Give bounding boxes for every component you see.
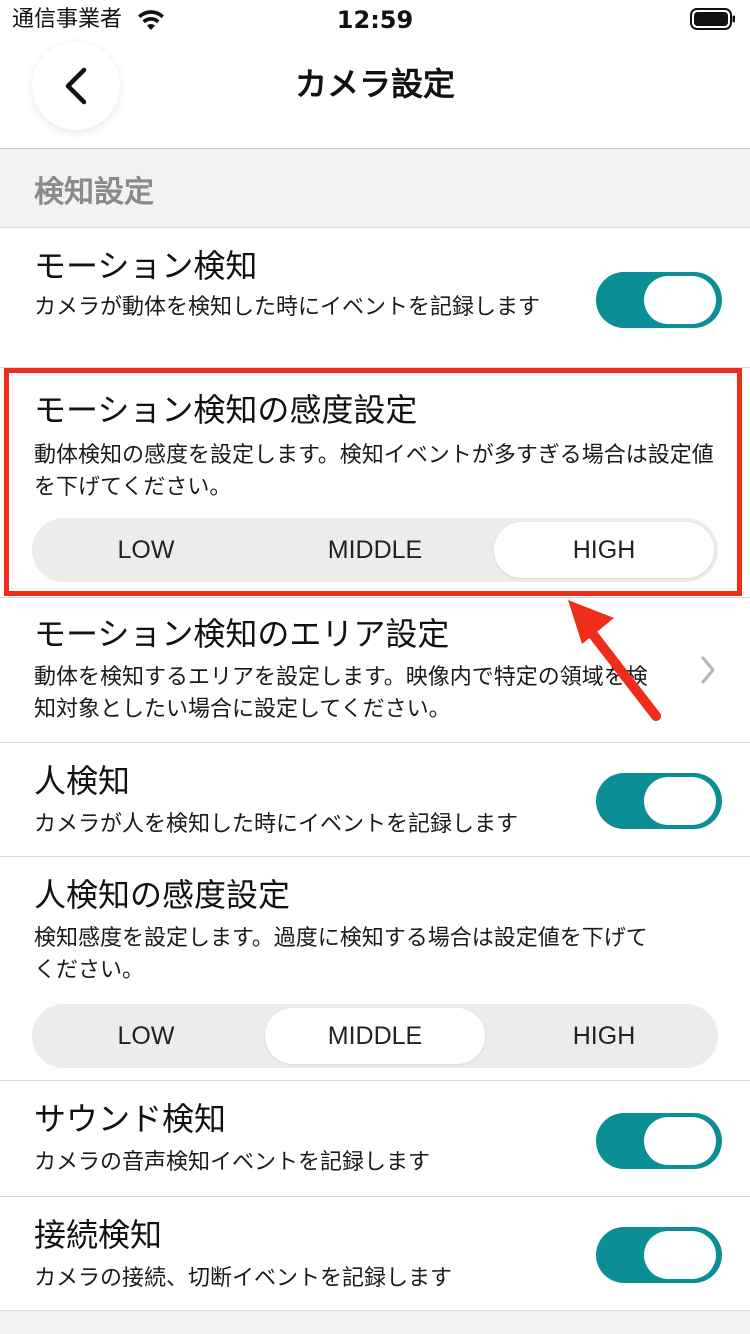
page-title: カメラ設定 bbox=[294, 65, 455, 103]
motion-detection-description: カメラが動体を検知した時にイベントを記録します bbox=[34, 295, 541, 320]
connection-detection-description: カメラの接続、切断イベントを記録します bbox=[34, 1266, 453, 1291]
person-detection-description: カメラが人を検知した時にイベントを記録します bbox=[34, 812, 519, 837]
person-sensitivity-segmented-control: LOW MIDDLE HIGH bbox=[32, 1004, 718, 1068]
motion-sensitivity-row: モーション検知の感度設定 動体検知の感度を設定します。検知イベントが多すぎる場合… bbox=[0, 368, 750, 598]
toggle-knob bbox=[644, 1117, 716, 1165]
motion-sensitivity-title: モーション検知の感度設定 bbox=[34, 391, 418, 429]
motion-sensitivity-description: 動体検知の感度を設定します。検知イベントが多すぎる場合は設定値を下げてください。 bbox=[34, 443, 714, 500]
motion-area-row[interactable]: モーション検知のエリア設定 動体を検知するエリアを設定します。映像内で特定の領域… bbox=[0, 598, 750, 743]
connection-detection-title: 接続検知 bbox=[34, 1216, 163, 1254]
toggle-knob bbox=[644, 777, 716, 825]
segment-low[interactable]: LOW bbox=[36, 1008, 256, 1064]
person-sensitivity-row: 人検知の感度設定 検知感度を設定します。過度に検知する場合は設定値を下げてくださ… bbox=[0, 857, 750, 1081]
sound-detection-toggle[interactable] bbox=[596, 1113, 722, 1169]
motion-area-description: 動体を検知するエリアを設定します。映像内で特定の領域を検知対象としたい場合に設定… bbox=[34, 665, 648, 722]
nav-bar: カメラ設定 bbox=[0, 40, 750, 149]
section-header-label: 検知設定 bbox=[34, 175, 154, 210]
person-detection-title: 人検知 bbox=[34, 762, 131, 800]
segment-middle[interactable]: MIDDLE bbox=[265, 522, 485, 578]
segment-high[interactable]: HIGH bbox=[494, 522, 714, 578]
connection-detection-row: 接続検知 カメラの接続、切断イベントを記録します bbox=[0, 1197, 750, 1311]
motion-detection-toggle[interactable] bbox=[596, 272, 722, 328]
toggle-knob bbox=[644, 1231, 716, 1279]
status-bar: 通信事業者 12:59 bbox=[0, 0, 750, 40]
sound-detection-description: カメラの音声検知イベントを記録します bbox=[34, 1150, 431, 1175]
toggle-knob bbox=[644, 276, 716, 324]
motion-detection-row: モーション検知 カメラが動体を検知した時にイベントを記録します bbox=[0, 228, 750, 368]
segment-low[interactable]: LOW bbox=[36, 522, 256, 578]
person-detection-row: 人検知 カメラが人を検知した時にイベントを記録します bbox=[0, 743, 750, 857]
segment-middle[interactable]: MIDDLE bbox=[265, 1008, 485, 1064]
segment-high[interactable]: HIGH bbox=[494, 1008, 714, 1064]
status-time: 12:59 bbox=[336, 6, 414, 34]
person-sensitivity-title: 人検知の感度設定 bbox=[34, 876, 291, 914]
section-header: 検知設定 bbox=[0, 149, 750, 228]
sound-detection-title: サウンド検知 bbox=[34, 1100, 227, 1138]
motion-detection-title: モーション検知 bbox=[34, 247, 258, 285]
chevron-right-icon bbox=[701, 656, 715, 684]
sound-detection-row: サウンド検知 カメラの音声検知イベントを記録します bbox=[0, 1081, 750, 1197]
motion-area-title: モーション検知のエリア設定 bbox=[34, 615, 450, 653]
motion-sensitivity-segmented-control: LOW MIDDLE HIGH bbox=[32, 518, 718, 582]
person-sensitivity-description: 検知感度を設定します。過度に検知する場合は設定値を下げてください。 bbox=[34, 926, 648, 983]
person-detection-toggle[interactable] bbox=[596, 773, 722, 829]
battery-icon bbox=[690, 8, 735, 30]
connection-detection-toggle[interactable] bbox=[596, 1227, 722, 1283]
